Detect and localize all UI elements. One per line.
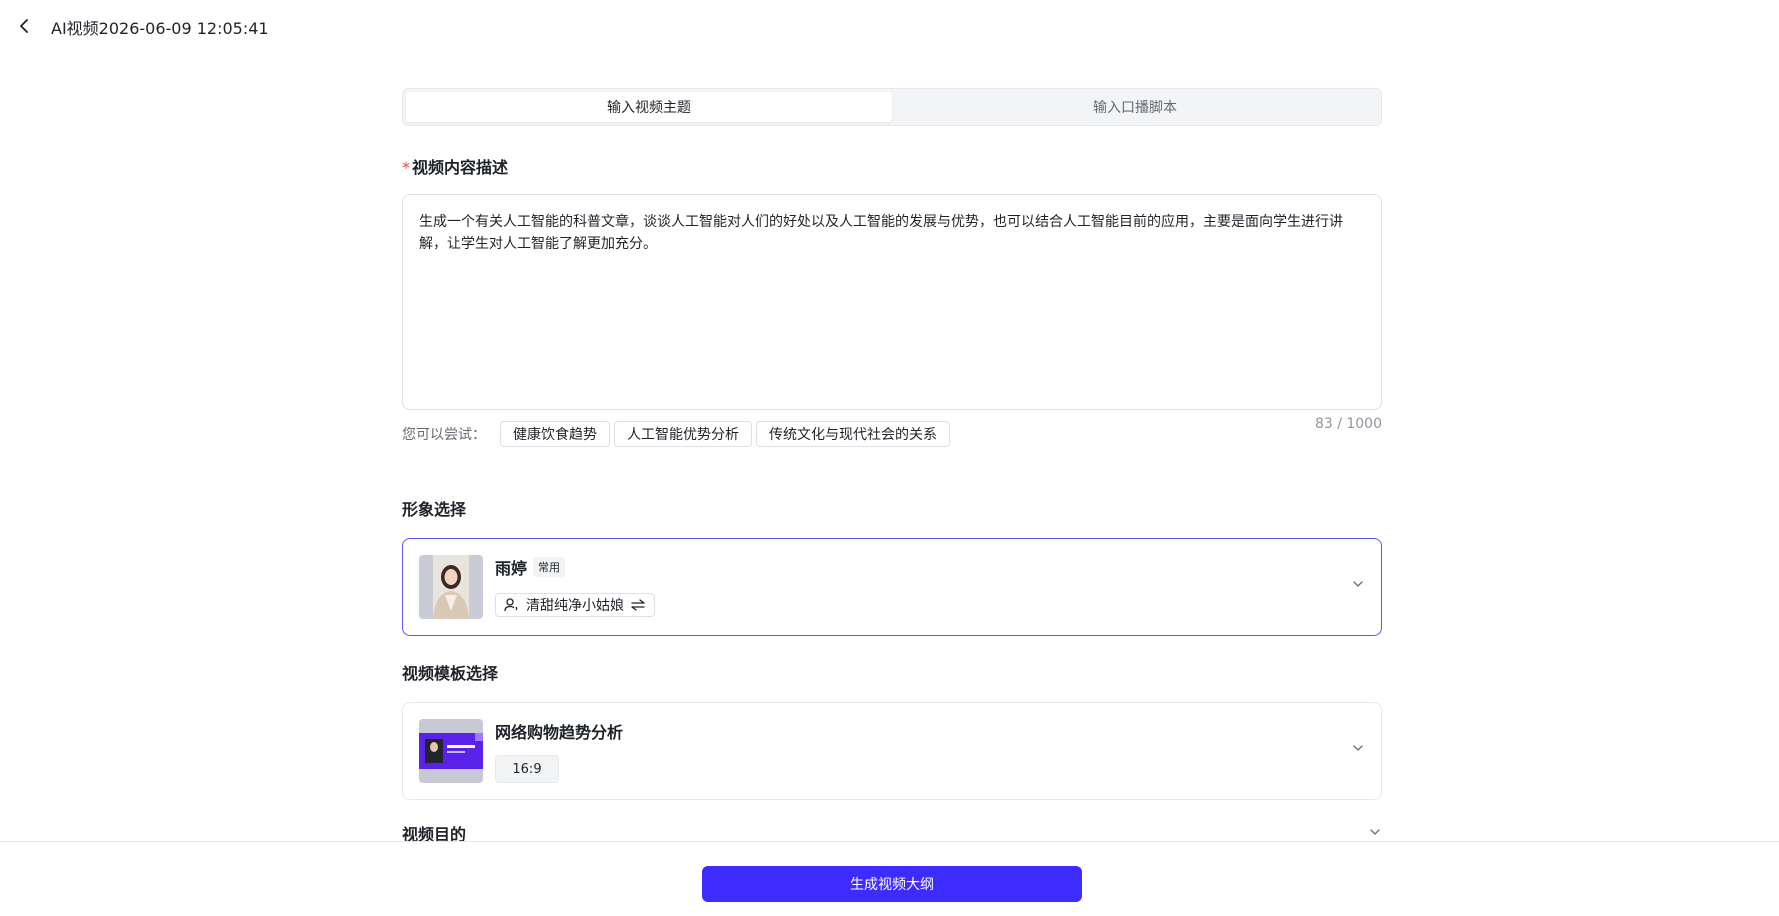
swap-arrows-icon[interactable] xyxy=(630,599,646,611)
template-section-label: 视频模板选择 xyxy=(402,664,499,683)
description-label: * 视频内容描述 xyxy=(402,158,509,177)
suggestion-row: 您可以尝试： 健康饮食趋势 人工智能优势分析 传统文化与现代社会的关系 xyxy=(402,421,950,447)
back-button[interactable] xyxy=(14,14,34,38)
description-textarea[interactable]: 生成一个有关人工智能的科普文章，谈谈人工智能对人们的好处以及人工智能的发展与优势… xyxy=(419,211,1365,393)
aspect-ratio-badge: 16:9 xyxy=(495,755,559,783)
required-mark: * xyxy=(402,158,410,177)
avatar-thumbnail xyxy=(419,555,483,619)
chevron-down-icon[interactable] xyxy=(1368,825,1382,839)
tab-script[interactable]: 输入口播脚本 xyxy=(892,92,1378,122)
chevron-down-icon[interactable] xyxy=(1351,577,1365,591)
suggestion-chip[interactable]: 健康饮食趋势 xyxy=(500,421,610,447)
voice-person-icon xyxy=(504,598,518,612)
chevron-left-icon xyxy=(20,19,28,33)
bottom-action-bar: 生成视频大纲 xyxy=(0,841,1779,916)
page-title: AI视频2026-06-09 12:05:41 xyxy=(51,19,269,38)
template-name: 网络购物趋势分析 xyxy=(495,723,624,742)
top-bar: AI视频2026-06-09 12:05:41 xyxy=(0,0,1779,52)
avatar-selector[interactable]: 雨婷 常用 清甜纯净小姑娘 xyxy=(402,538,1382,636)
char-counter: 83 / 1000 xyxy=(1314,416,1382,432)
input-mode-tabs: 输入视频主题 输入口播脚本 xyxy=(402,88,1382,126)
avatar-name: 雨婷 常用 xyxy=(495,555,566,579)
tab-video-topic[interactable]: 输入视频主题 xyxy=(406,92,892,122)
avatar-section-label: 形象选择 xyxy=(402,500,467,519)
suggestion-label: 您可以尝试： xyxy=(402,427,486,443)
suggestion-chip[interactable]: 人工智能优势分析 xyxy=(614,421,752,447)
description-box: 生成一个有关人工智能的科普文章，谈谈人工智能对人们的好处以及人工智能的发展与优势… xyxy=(402,194,1382,410)
suggestion-chip[interactable]: 传统文化与现代社会的关系 xyxy=(756,421,950,447)
chevron-down-icon[interactable] xyxy=(1351,741,1365,755)
generate-outline-button[interactable]: 生成视频大纲 xyxy=(702,866,1082,902)
voice-selector[interactable]: 清甜纯净小姑娘 xyxy=(495,593,655,617)
template-selector[interactable]: 网络购物趋势分析 16:9 xyxy=(402,702,1382,800)
voice-name: 清甜纯净小姑娘 xyxy=(526,598,624,614)
frequent-badge: 常用 xyxy=(533,557,566,577)
template-thumbnail xyxy=(419,719,483,783)
